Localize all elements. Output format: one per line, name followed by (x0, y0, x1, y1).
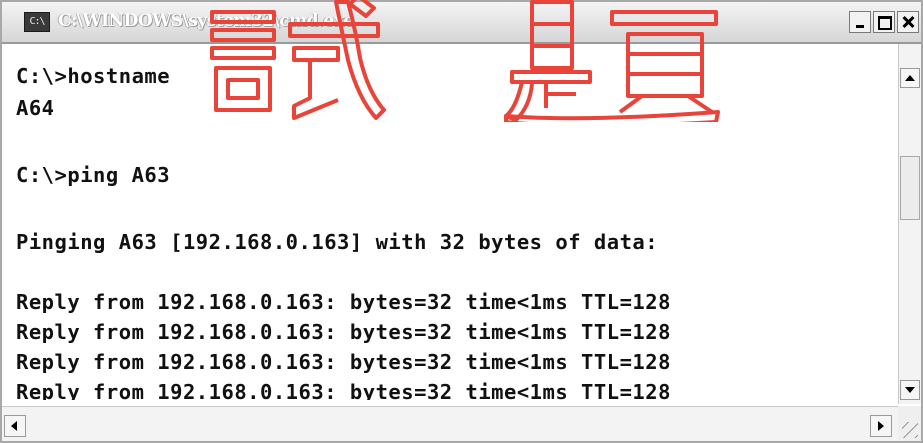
title-bar[interactable]: C:\ C:\WINDOWS\system32\cmd.exe (2, 2, 921, 44)
horizontal-scrollbar[interactable] (2, 406, 898, 441)
cmd-window: C:\ C:\WINDOWS\system32\cmd.exe C:\>host… (0, 0, 923, 443)
console-line: C:\>ping A63 (16, 163, 171, 187)
close-button[interactable] (897, 11, 919, 33)
resize-grip[interactable] (898, 406, 921, 441)
console-output[interactable]: C:\>hostname A64 C:\>ping A63 Pinging A6… (2, 44, 898, 400)
console-line: Pinging A63 [192.168.0.163] with 32 byte… (16, 230, 659, 254)
vertical-scroll-thumb[interactable] (900, 156, 920, 220)
maximize-button[interactable] (873, 11, 895, 33)
console-line: Reply from 192.168.0.163: bytes=32 time<… (16, 290, 671, 314)
scroll-left-icon[interactable] (4, 415, 26, 437)
console-line: Reply from 192.168.0.163: bytes=32 time<… (16, 350, 671, 374)
cmd-icon: C:\ (24, 12, 50, 32)
window-controls (849, 11, 919, 33)
console-line: Reply from 192.168.0.163: bytes=32 time<… (16, 320, 671, 344)
scroll-right-icon[interactable] (870, 415, 892, 437)
console-line: A64 (16, 96, 55, 120)
scroll-up-icon[interactable] (900, 68, 920, 88)
minimize-button[interactable] (849, 11, 871, 33)
scroll-down-icon[interactable] (900, 380, 920, 400)
vertical-scrollbar[interactable] (898, 44, 921, 404)
console-line: C:\>hostname (16, 64, 171, 88)
window-title: C:\WINDOWS\system32\cmd.exe (58, 11, 354, 31)
console-line: Reply from 192.168.0.163: bytes=32 time<… (16, 380, 671, 400)
